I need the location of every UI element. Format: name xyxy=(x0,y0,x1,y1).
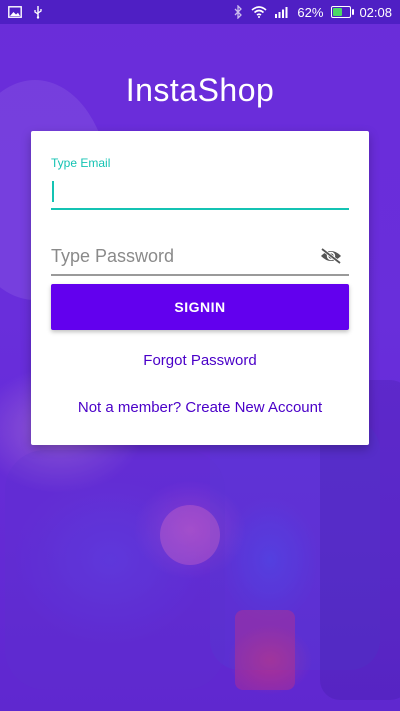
email-underline xyxy=(51,208,349,210)
password-underline xyxy=(51,274,349,276)
battery-icon xyxy=(331,6,355,18)
app-title: InstaShop xyxy=(125,72,275,108)
clock: 02:08 xyxy=(359,4,392,20)
usb-icon xyxy=(32,5,44,19)
signal-icon xyxy=(275,6,289,18)
password-input[interactable] xyxy=(51,238,349,274)
image-icon xyxy=(8,6,22,18)
text-cursor xyxy=(52,181,54,202)
forgot-password-link[interactable]: Forgot Password xyxy=(31,352,369,369)
email-input[interactable] xyxy=(51,172,349,208)
password-input-row xyxy=(51,238,349,274)
email-input-row xyxy=(51,172,349,208)
create-account-link[interactable]: Not a member? Create New Account xyxy=(31,399,369,416)
status-bar: 62% 02:08 xyxy=(0,0,400,24)
battery-percent: 62% xyxy=(297,4,324,20)
status-right-icons: 62% 02:08 xyxy=(233,5,392,20)
email-field-group: Type Email xyxy=(51,156,349,210)
wifi-icon xyxy=(251,6,267,18)
status-left-icons xyxy=(8,5,44,19)
bluetooth-icon xyxy=(233,5,243,19)
password-field-group xyxy=(51,238,349,276)
battery-outline xyxy=(331,6,355,18)
login-card: Type Email SIGNIN Forgot Password Not a … xyxy=(31,131,369,445)
battery-fill xyxy=(333,8,343,16)
eye-off-icon[interactable] xyxy=(319,246,343,266)
email-label: Type Email xyxy=(51,156,111,170)
signin-button[interactable]: SIGNIN xyxy=(51,284,349,330)
